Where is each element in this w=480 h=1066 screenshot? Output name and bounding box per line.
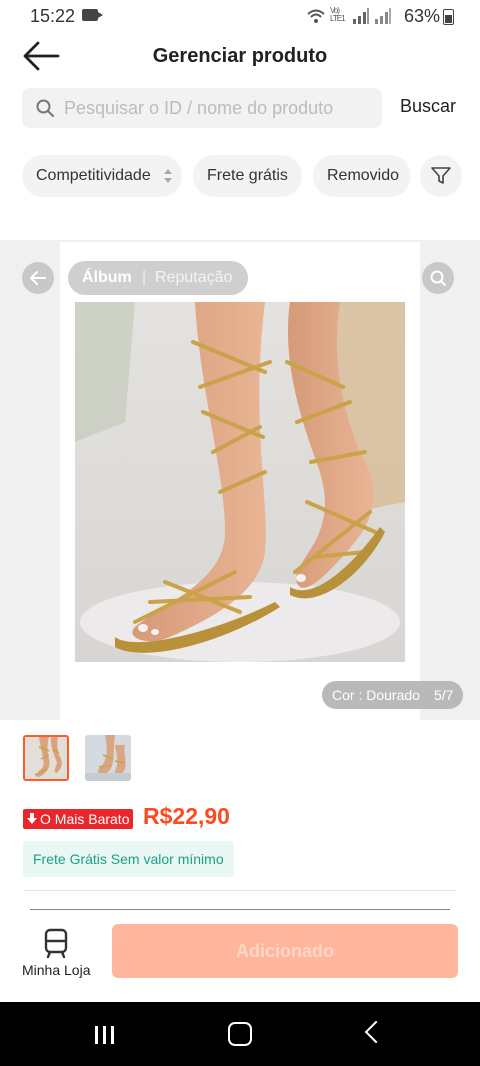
filter-frete-gratis-label: Frete grátis bbox=[207, 167, 288, 184]
my-store-label[interactable]: Minha Loja bbox=[22, 962, 91, 978]
signal-2-icon bbox=[375, 8, 391, 24]
system-back-icon[interactable] bbox=[364, 1020, 388, 1044]
sort-icon bbox=[164, 168, 173, 183]
status-time: 15:22 bbox=[30, 6, 76, 26]
thumbnail-image bbox=[25, 737, 67, 779]
search-input[interactable] bbox=[64, 88, 374, 128]
home-icon[interactable] bbox=[228, 1022, 252, 1046]
filter-button[interactable] bbox=[420, 155, 462, 197]
back-arrow-icon bbox=[30, 271, 46, 285]
divider bbox=[30, 909, 450, 910]
thumbnail-2[interactable] bbox=[85, 735, 131, 781]
page-title: Gerenciar produto bbox=[152, 45, 328, 67]
battery-icon bbox=[443, 9, 454, 25]
variant-badge: Cor : Dourado 5/7 bbox=[322, 681, 464, 709]
wifi-icon bbox=[307, 9, 325, 23]
product-price: R$22,90 bbox=[143, 803, 230, 829]
thumbnail-1[interactable] bbox=[23, 735, 69, 781]
filter-icon bbox=[431, 167, 451, 184]
tab-reputacao[interactable]: Reputação bbox=[155, 261, 232, 295]
cheapest-badge: O Mais Barato bbox=[23, 809, 134, 829]
filter-removido-label: Removido bbox=[327, 167, 400, 184]
camera-recording-icon bbox=[82, 9, 103, 21]
product-image[interactable] bbox=[75, 302, 405, 662]
search-icon bbox=[430, 270, 446, 286]
viewer-tabs: Álbum | Reputação bbox=[68, 261, 248, 295]
viewer-back-button[interactable] bbox=[22, 262, 54, 294]
viewer-zoom-button[interactable] bbox=[422, 262, 454, 294]
arrow-down-icon bbox=[27, 813, 37, 824]
store-icon[interactable] bbox=[42, 928, 70, 958]
battery-percent: 63% bbox=[403, 6, 440, 26]
added-button[interactable]: Adicionado bbox=[112, 924, 458, 978]
status-bar: 15:22 Vo) LTE1 63% bbox=[0, 0, 480, 34]
search-button[interactable]: Buscar bbox=[400, 96, 456, 117]
image-counter: 5/7 bbox=[433, 687, 454, 703]
filter-removido[interactable]: Removido bbox=[313, 155, 411, 197]
recent-apps-icon[interactable] bbox=[95, 1026, 119, 1049]
thumbnail-image bbox=[85, 735, 131, 781]
filter-competitividade-label: Competitividade bbox=[36, 167, 151, 184]
cheapest-badge-label: O Mais Barato bbox=[40, 811, 130, 827]
search-box[interactable] bbox=[22, 88, 382, 128]
system-nav-bar bbox=[0, 1002, 480, 1066]
free-shipping-tag: Frete Grátis Sem valor mínimo bbox=[23, 841, 234, 877]
network-type: Vo) LTE1 bbox=[330, 6, 346, 23]
filter-competitividade[interactable]: Competitividade bbox=[22, 155, 182, 197]
filter-frete-gratis[interactable]: Frete grátis bbox=[193, 155, 302, 197]
signal-icon bbox=[353, 8, 369, 24]
search-icon bbox=[36, 99, 54, 117]
tab-album[interactable]: Álbum bbox=[82, 261, 132, 295]
variant-label: Cor : Dourado bbox=[332, 687, 420, 703]
divider bbox=[23, 890, 457, 891]
tab-separator: | bbox=[142, 269, 147, 286]
